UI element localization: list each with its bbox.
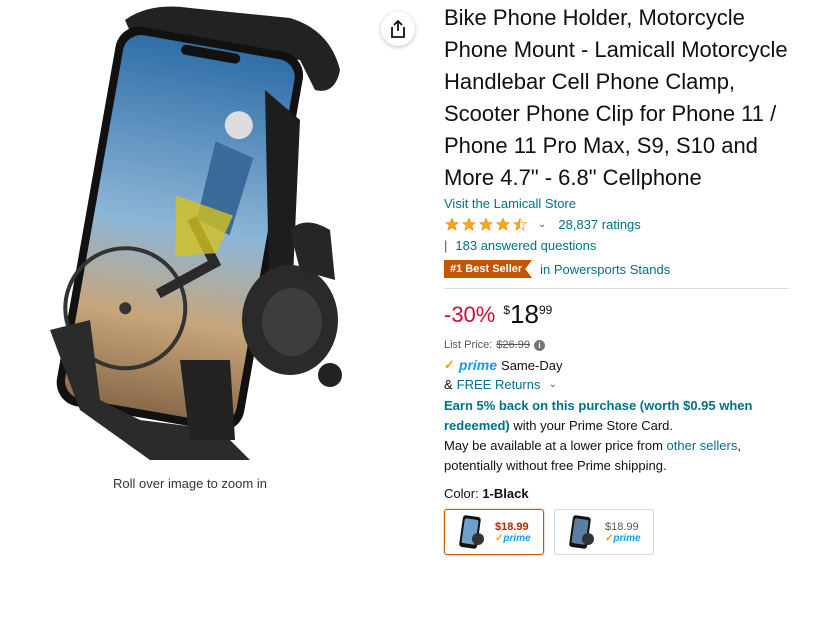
half-star-icon (512, 216, 528, 231)
divider (444, 288, 789, 289)
swatch-thumbnail (459, 515, 484, 549)
prime-check-icon: ✓ (444, 357, 455, 372)
discount-percent: -30% (444, 302, 496, 327)
separator: | (444, 237, 448, 253)
product-image[interactable] (30, 0, 360, 470)
qa-row: | 183 answered questions (444, 235, 794, 255)
swatch-price: $18.99 (605, 520, 639, 533)
image-gallery: Roll over image to zoom in (0, 0, 420, 621)
swatch-price: $18.99 (495, 520, 529, 533)
store-link[interactable]: Visit the Lamicall Store (444, 196, 576, 211)
best-seller-category-link[interactable]: in Powersports Stands (540, 262, 670, 277)
ratings-count-link[interactable]: 28,837 ratings (558, 217, 640, 232)
price-row: -30% $18 99 (444, 299, 794, 335)
other-sellers-link[interactable]: other sellers (667, 438, 738, 453)
star-icon (444, 216, 460, 231)
product-title: Bike Phone Holder, Motorcycle Phone Moun… (444, 5, 788, 190)
other-sellers-note: May be available at a lower price from o… (444, 438, 741, 473)
star-icon (478, 216, 494, 231)
star-icon (495, 216, 511, 231)
product-details: Bike Phone Holder, Motorcycle Phone Moun… (444, 0, 794, 555)
color-label: Color: 1-Black (444, 486, 529, 501)
color-swatches: $18.99 ✓prime $18.99 ✓prime (444, 509, 794, 555)
star-icon (461, 216, 477, 231)
share-button[interactable] (381, 12, 415, 46)
swatch-thumbnail (569, 515, 594, 549)
color-swatch-2[interactable]: $18.99 ✓prime (554, 509, 654, 555)
prime-logo: prime (458, 357, 498, 373)
list-price-row: List Price: $26.99 i (444, 339, 794, 351)
zoom-hint: Roll over image to zoom in (113, 476, 267, 491)
answered-questions-link[interactable]: 183 answered questions (455, 238, 596, 253)
free-returns-link[interactable]: FREE Returns (457, 377, 541, 392)
best-seller-badge[interactable]: #1 Best Seller (444, 260, 533, 278)
list-price: $26.99 (496, 339, 530, 351)
selected-color: 1-Black (482, 486, 529, 501)
store-card-offer: Earn 5% back on this purchase (worth $0.… (444, 398, 753, 433)
share-icon (391, 20, 405, 38)
chevron-down-icon[interactable]: ⌄ (548, 379, 556, 390)
chevron-down-icon[interactable]: ⌄ (538, 219, 546, 230)
returns-row: & FREE Returns ⌄ (444, 377, 557, 392)
info-icon[interactable]: i (533, 339, 545, 351)
color-swatch-1[interactable]: $18.99 ✓prime (444, 509, 544, 555)
prime-delivery-row: ✓ prime Same-Day (444, 357, 794, 373)
delivery-speed: Same-Day (501, 357, 563, 373)
rating-row: ⌄ 28,837 ratings (444, 213, 794, 235)
swatch-prime: ✓prime (605, 532, 641, 544)
price: $18 99 (503, 299, 553, 329)
swatch-prime: ✓prime (495, 532, 531, 544)
best-seller-row: #1 Best Seller in Powersports Stands (444, 260, 794, 278)
star-rating[interactable] (444, 216, 528, 232)
